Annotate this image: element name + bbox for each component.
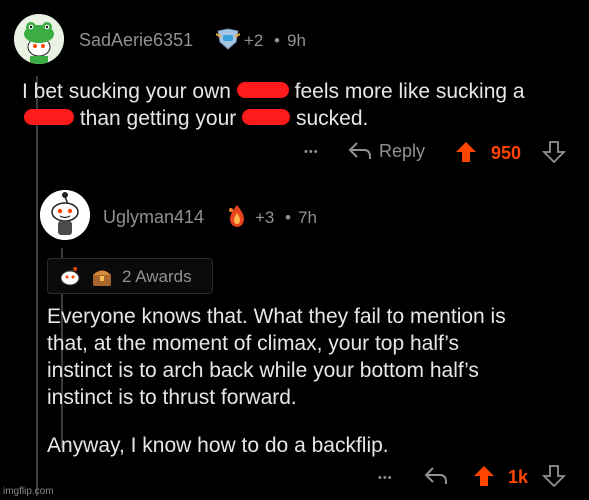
- flame-flair-icon: [226, 204, 248, 228]
- body-line: Everyone knows that. What they fail to m…: [47, 305, 506, 328]
- redaction-mark: [24, 109, 74, 126]
- snoo-award-icon: [60, 267, 80, 286]
- separator-dot: •: [285, 208, 291, 227]
- redaction-mark: [236, 82, 289, 99]
- comment-username[interactable]: SadAerie6351: [79, 30, 193, 51]
- body-line: Anyway, I know how to do a backflip.: [47, 434, 389, 457]
- reply-arrow-icon: [424, 467, 447, 484]
- reply-label: Reply: [379, 140, 426, 161]
- body-line: instinct is to arch back while your bott…: [47, 359, 479, 382]
- body-text-segment: I bet sucking your own: [22, 80, 231, 103]
- score-badge: +2: [244, 31, 264, 50]
- awards-label: 2 Awards: [122, 267, 192, 286]
- more-options-button[interactable]: •••: [378, 472, 393, 484]
- comment-username[interactable]: Uglyman414: [103, 207, 204, 228]
- vote-count: 1k: [508, 467, 529, 487]
- reply-arrow-icon: [348, 142, 371, 159]
- reply-button[interactable]: [423, 465, 449, 492]
- body-text-segment: sucked.: [295, 107, 369, 130]
- snoo-avatar-icon: [40, 190, 90, 240]
- awards-badge[interactable]: 2 Awards: [47, 258, 213, 294]
- comment-time: 9h: [287, 31, 306, 50]
- body-line: instinct is to thrust forward.: [47, 386, 297, 409]
- downvote-button[interactable]: [541, 464, 567, 493]
- upvote-button[interactable]: [454, 140, 478, 169]
- frog-hat-snoo-icon: [14, 14, 64, 64]
- upvote-arrow-icon: [456, 142, 476, 162]
- redaction-mark: [242, 109, 291, 126]
- downvote-arrow-icon: [541, 141, 567, 164]
- vote-count: 950: [491, 143, 522, 163]
- more-options-button[interactable]: •••: [304, 146, 319, 158]
- score-badge: +3: [255, 208, 275, 227]
- downvote-button[interactable]: [541, 140, 567, 169]
- avatar[interactable]: [40, 190, 90, 240]
- watermark: imgflip.com: [3, 486, 54, 497]
- treasure-award-icon: [93, 270, 111, 286]
- upvote-button[interactable]: [472, 464, 496, 493]
- body-line: that, at the moment of climax, your top …: [47, 332, 460, 355]
- body-text-segment: feels more like sucking a: [294, 80, 525, 103]
- shield-flair-icon: [215, 28, 241, 50]
- upvote-arrow-icon: [474, 466, 494, 486]
- thread-line-main[interactable]: [36, 76, 38, 496]
- downvote-arrow-icon: [541, 465, 567, 488]
- avatar[interactable]: [14, 14, 64, 64]
- body-text-segment: than getting your: [79, 107, 237, 130]
- comment-body: Everyone knows that. What they fail to m…: [47, 303, 587, 459]
- reply-button[interactable]: Reply: [347, 140, 425, 162]
- comment-time: 7h: [298, 208, 317, 227]
- separator-dot: •: [274, 31, 280, 50]
- comment-body: I bet sucking your own feels more like s…: [22, 78, 582, 132]
